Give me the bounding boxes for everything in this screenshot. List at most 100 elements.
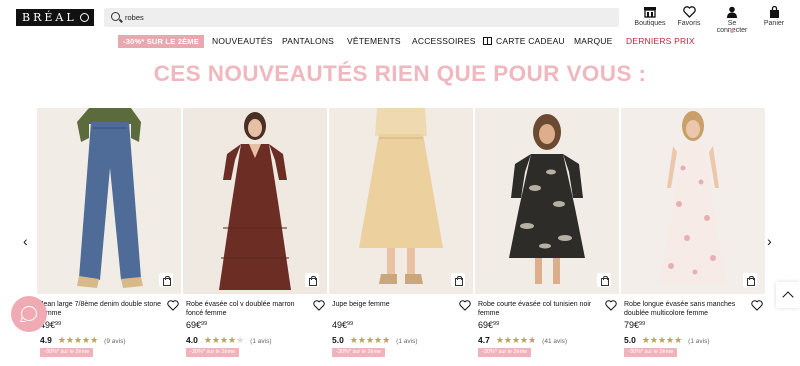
product-photo-skirt-beige (329, 108, 473, 294)
search-input[interactable] (125, 10, 605, 25)
tool-boutiques[interactable]: Boutiques (630, 6, 670, 27)
review-count: (9 avis) (104, 338, 126, 345)
nav-promo-badge[interactable]: -30%* SUR LE 2ÈME (118, 35, 204, 48)
add-to-bag-button[interactable] (743, 273, 757, 287)
rating-stars: ★★★★★★★★★★ (349, 335, 391, 345)
product-image[interactable] (475, 108, 619, 294)
price-cents: 99 (639, 321, 646, 327)
chevron-left-icon[interactable]: ‹ (23, 234, 33, 248)
globe-icon (80, 13, 89, 22)
price-main: 79€ (624, 320, 640, 330)
product-price: 79€99 (624, 320, 645, 330)
promo-badge: -30%* sur le 2ème (186, 348, 240, 357)
rating-stars: ★★★★★★★★★★ (57, 335, 99, 345)
tool-panier[interactable]: Panier (754, 6, 794, 27)
rating-stars: ★★★★★★★★★★ (641, 335, 683, 345)
price-cents: 99 (493, 321, 500, 327)
product-photo-dress-floral (621, 108, 765, 294)
nav-item-derniers-prix[interactable]: DERNIERS PRIX (626, 36, 695, 46)
heart-icon[interactable] (459, 300, 471, 311)
add-to-bag-button[interactable] (305, 273, 319, 287)
user-icon (727, 6, 737, 18)
nav-item-nouveautes[interactable]: NOUVEAUTÉS (212, 36, 273, 46)
nav-item-label: CARTE CADEAU (496, 36, 565, 46)
tool-se-connecter[interactable]: Se connecter (712, 6, 752, 34)
heart-icon[interactable] (313, 300, 325, 311)
product-name: Jupe beige femme (332, 301, 390, 308)
add-to-bag-button[interactable] (451, 273, 465, 287)
heart-icon[interactable] (751, 300, 763, 311)
rating-stars: ★★★★★★★★★★ (495, 335, 537, 345)
search-icon (111, 12, 120, 21)
product-card[interactable]: Robe longue évasée sans manches doublée … (621, 108, 765, 357)
product-price: 49€99 (332, 320, 353, 330)
product-image[interactable] (37, 108, 181, 294)
product-carousel: Jean large 7/8ème denim double stone fem… (37, 108, 765, 366)
status-dot (730, 29, 734, 33)
product-name: Robe courte évasée col tunisien noir fem… (478, 301, 592, 317)
section-title: CES NOUVEAUTÉS RIEN QUE POUR VOUS : (153, 61, 647, 86)
nav-item-vetements[interactable]: VÊTEMENTS (347, 36, 401, 46)
promo-badge: -30%* sur le 2ème (624, 348, 678, 357)
scroll-to-top-button[interactable] (776, 282, 800, 308)
product-image[interactable] (183, 108, 327, 294)
brand-name: BRÉAL (22, 11, 77, 24)
product-image[interactable] (329, 108, 473, 294)
chevron-right-icon[interactable]: › (767, 234, 777, 248)
tool-favoris[interactable]: Favoris (669, 6, 709, 27)
product-photo-dress-black (475, 108, 619, 294)
price-cents: 99 (55, 321, 62, 327)
main-nav: -30%* SUR LE 2ÈME NOUVEAUTÉS PANTALONS V… (0, 35, 800, 49)
product-rating: 4.7 ★★★★★ ★★★★★ (41 avis) (478, 335, 567, 346)
price-main: 49€ (332, 320, 348, 330)
price-main: 69€ (478, 320, 494, 330)
product-name: Robe évasée col v doublée marron foncé f… (186, 301, 295, 317)
brand-logo[interactable]: BRÉAL (16, 9, 94, 26)
rating-stars: ★★★★★★★★★★ (203, 335, 245, 345)
product-rating: 4.9 ★★★★★ ★★★★★ (9 avis) (40, 335, 125, 346)
rating-value: 5.0 (332, 335, 344, 345)
product-name: Jean large 7/8ème denim double stone fem… (40, 301, 162, 317)
product-name: Robe longue évasée sans manches doublée … (624, 301, 736, 317)
product-price: 69€99 (478, 320, 499, 330)
store-icon (644, 7, 656, 18)
product-photo-dress-brown (183, 108, 327, 294)
product-photo-jeans (37, 108, 181, 294)
nav-item-carte-cadeau[interactable]: CARTE CADEAU (483, 36, 565, 46)
chat-button[interactable] (11, 296, 47, 332)
add-to-bag-button[interactable] (597, 273, 611, 287)
product-card[interactable]: Robe courte évasée col tunisien noir fem… (475, 108, 619, 357)
heart-icon (682, 6, 696, 18)
tool-label: Panier (763, 20, 785, 27)
product-price: 69€99 (186, 320, 207, 330)
rating-value: 4.0 (186, 335, 198, 345)
product-image[interactable] (621, 108, 765, 294)
product-card[interactable]: Jean large 7/8ème denim double stone fem… (37, 108, 181, 357)
add-to-bag-button[interactable] (159, 273, 173, 287)
nav-item-accessoires[interactable]: ACCESSOIRES (412, 36, 476, 46)
nav-item-pantalons[interactable]: PANTALONS (282, 36, 334, 46)
review-count: (1 avis) (688, 338, 710, 345)
heart-icon[interactable] (605, 300, 617, 311)
review-count: (41 avis) (542, 338, 568, 345)
rating-value: 5.0 (624, 335, 636, 345)
review-count: (1 avis) (250, 338, 272, 345)
tool-label: Favoris (677, 20, 701, 27)
rating-value: 4.7 (478, 335, 490, 345)
promo-badge: -30%* sur le 2ème (478, 348, 532, 357)
product-rating: 5.0 ★★★★★ ★★★★★ (1 avis) (332, 335, 417, 346)
search-bar[interactable] (104, 8, 619, 27)
header: BRÉAL Boutiques Favoris Se connecter Pan… (0, 0, 800, 36)
product-card[interactable]: Jupe beige femme 49€99 5.0 ★★★★★ ★★★★★ (1 a… (329, 108, 473, 357)
tool-label: Boutiques (634, 20, 666, 27)
product-rating: 5.0 ★★★★★ ★★★★★ (1 avis) (624, 335, 709, 346)
product-rating: 4.0 ★★★★★★★★★★ (1 avis) (186, 335, 271, 346)
price-cents: 99 (201, 321, 208, 327)
bag-icon (769, 6, 779, 18)
product-card[interactable]: Robe évasée col v doublée marron foncé f… (183, 108, 327, 357)
review-count: (1 avis) (396, 338, 418, 345)
promo-badge: -30%* sur le 2ème (40, 348, 94, 357)
heart-icon[interactable] (167, 300, 179, 311)
nav-item-marque[interactable]: MARQUE (574, 36, 613, 46)
rating-value: 4.9 (40, 335, 52, 345)
